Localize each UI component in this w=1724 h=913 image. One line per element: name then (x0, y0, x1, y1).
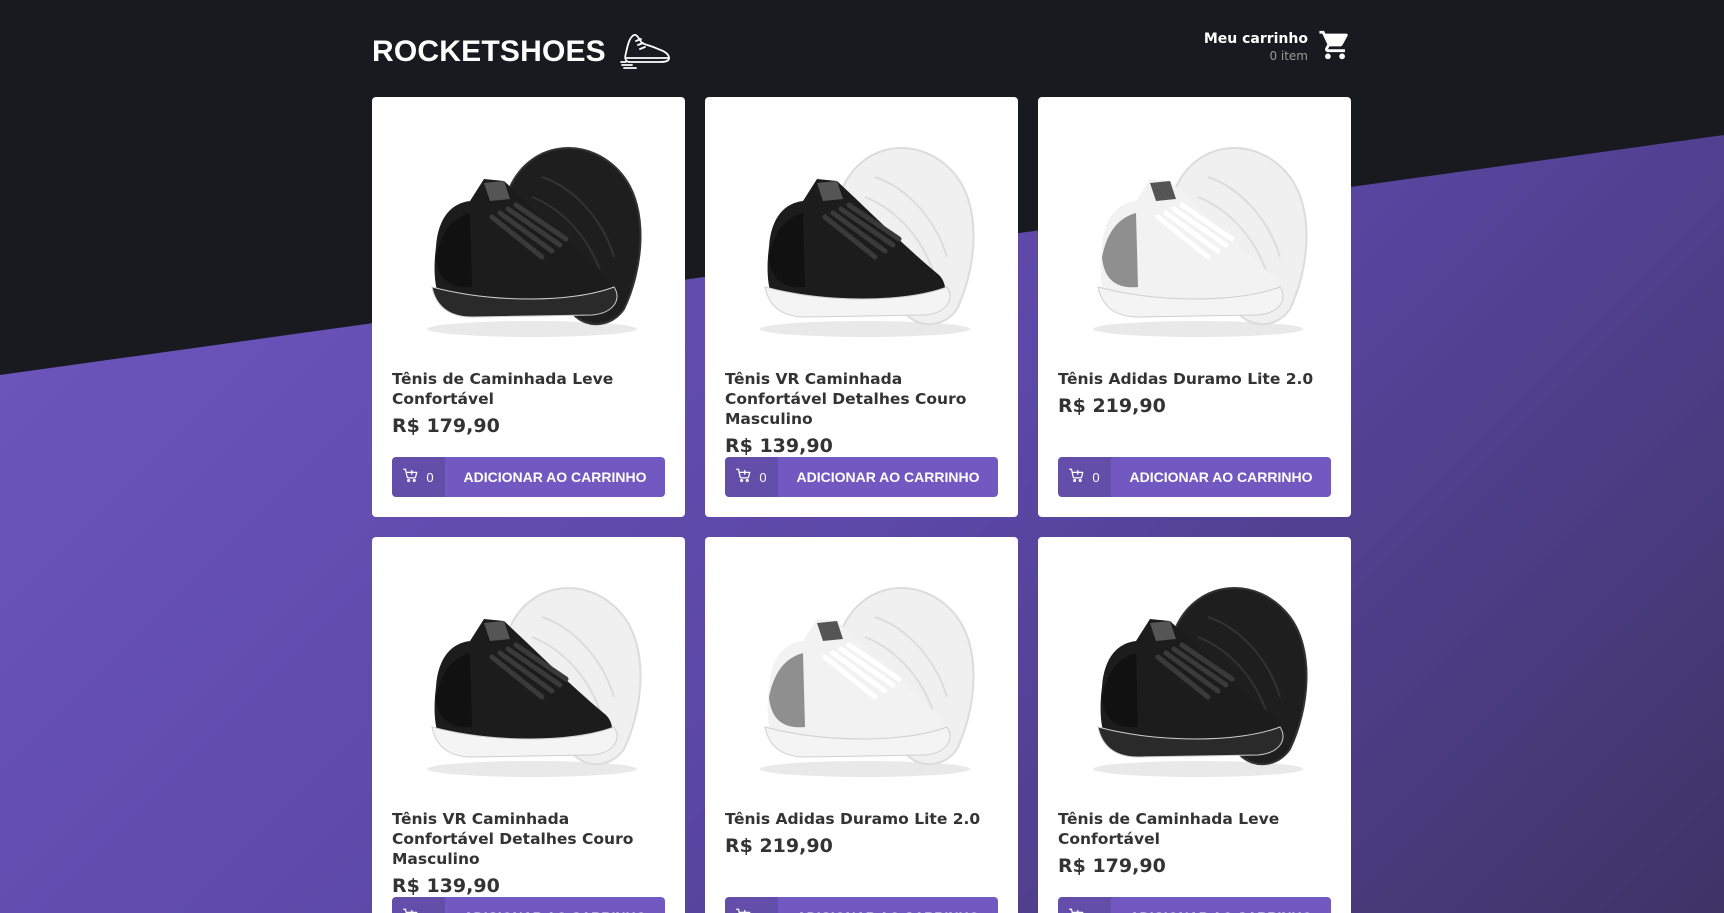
cart-title: Meu carrinho (1203, 30, 1308, 47)
cart-item-count: 0 item (1269, 48, 1308, 63)
cart-quantity-value: 0 (759, 469, 767, 485)
add-shopping-cart-icon (403, 908, 418, 913)
product-card: Tênis VR Caminhada Confortável Detalhes … (372, 537, 685, 913)
cart-link[interactable]: Meu carrinho 0 item (1204, 28, 1352, 66)
add-to-cart-button[interactable]: 0 ADICIONAR AO CARRINHO (725, 897, 998, 913)
add-shopping-cart-icon (736, 468, 751, 486)
product-card: Tênis de Caminhada Leve Confortável R$ 1… (372, 97, 685, 517)
cart-quantity-value: 0 (1092, 469, 1100, 485)
product-title: Tênis VR Caminhada Confortável Detalhes … (392, 810, 634, 868)
cart-quantity: 0 (725, 897, 778, 913)
product-title: Tênis VR Caminhada Confortável Detalhes … (725, 370, 967, 428)
cart-quantity: 0 (392, 457, 445, 497)
product-card: Tênis de Caminhada Leve Confortável R$ 1… (1038, 537, 1351, 913)
add-shopping-cart-icon (1069, 468, 1084, 486)
add-to-cart-button[interactable]: 0 ADICIONAR AO CARRINHO (725, 457, 998, 497)
add-to-cart-label: ADICIONAR AO CARRINHO (778, 909, 998, 913)
product-price: R$ 219,90 (725, 835, 833, 857)
product-image[interactable] (1058, 117, 1331, 351)
product-list: Tênis de Caminhada Leve Confortável R$ 1… (372, 97, 1352, 913)
add-to-cart-label: ADICIONAR AO CARRINHO (796, 469, 980, 485)
product-image[interactable] (725, 557, 998, 791)
add-to-cart-button[interactable]: 0 ADICIONAR AO CARRINHO (392, 897, 665, 913)
header: ROCKETSHOES Meu carrinho 0 item (372, 0, 1352, 97)
add-shopping-cart-icon (736, 908, 751, 913)
add-shopping-cart-icon (403, 468, 418, 486)
add-shopping-cart-icon (1069, 908, 1084, 913)
product-image[interactable] (725, 117, 998, 351)
cart-quantity-value: 0 (426, 910, 433, 913)
cart-quantity-value: 0 (759, 910, 766, 913)
brand-name: ROCKETSHOES (372, 34, 606, 68)
add-to-cart-label: ADICIONAR AO CARRINHO (1129, 469, 1313, 485)
sneaker-icon (620, 31, 672, 73)
brand-logo[interactable]: ROCKETSHOES (372, 31, 672, 73)
product-title: Tênis Adidas Duramo Lite 2.0 (1058, 370, 1314, 388)
cart-quantity: 0 (1058, 457, 1111, 497)
product-title: Tênis de Caminhada Leve Confortável (392, 370, 614, 408)
cart-quantity: 0 (392, 897, 445, 913)
product-image[interactable] (392, 557, 665, 791)
product-price: R$ 219,90 (1058, 395, 1166, 417)
product-card: Tênis Adidas Duramo Lite 2.0 R$ 219,90 0… (1038, 97, 1351, 517)
add-to-cart-label: ADICIONAR AO CARRINHO (1111, 909, 1331, 913)
product-image[interactable] (392, 117, 665, 351)
product-image[interactable] (1058, 557, 1331, 791)
cart-quantity: 0 (1058, 897, 1111, 913)
product-title: Tênis de Caminhada Leve Confortável (1058, 810, 1280, 848)
product-title: Tênis Adidas Duramo Lite 2.0 (725, 810, 981, 828)
add-to-cart-button[interactable]: 0 ADICIONAR AO CARRINHO (1058, 897, 1331, 913)
product-card: Tênis VR Caminhada Confortável Detalhes … (705, 97, 1018, 517)
product-price: R$ 139,90 (725, 435, 833, 457)
add-to-cart-label: ADICIONAR AO CARRINHO (445, 909, 665, 913)
product-card: Tênis Adidas Duramo Lite 2.0 R$ 219,90 0… (705, 537, 1018, 913)
cart-quantity: 0 (725, 457, 778, 497)
cart-icon (1318, 28, 1352, 66)
cart-quantity-value: 0 (426, 469, 434, 485)
add-to-cart-button[interactable]: 0 ADICIONAR AO CARRINHO (1058, 457, 1331, 497)
add-to-cart-label: ADICIONAR AO CARRINHO (463, 469, 647, 485)
product-price: R$ 139,90 (392, 875, 500, 897)
page-container: ROCKETSHOES Meu carrinho 0 item Tênis de… (372, 0, 1352, 913)
cart-summary: Meu carrinho 0 item (1204, 31, 1308, 63)
add-to-cart-button[interactable]: 0 ADICIONAR AO CARRINHO (392, 457, 665, 497)
cart-quantity-value: 0 (1092, 910, 1099, 913)
product-price: R$ 179,90 (1058, 855, 1166, 877)
product-price: R$ 179,90 (392, 415, 500, 437)
